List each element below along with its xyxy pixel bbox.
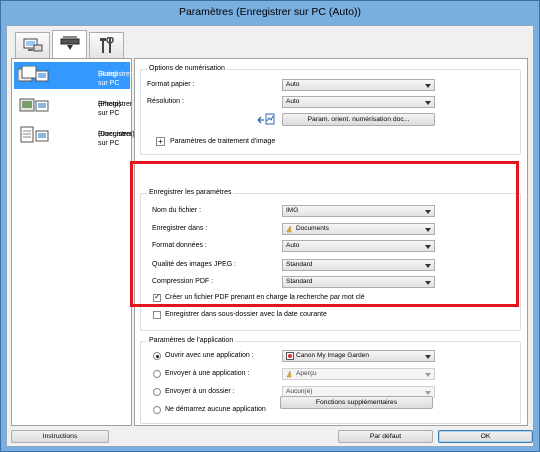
settings-window: Paramètres (Enregistrer sur PC (Auto)) E… [0, 0, 540, 452]
chevron-down-icon [425, 245, 431, 249]
tab-scan-from-panel[interactable] [52, 30, 87, 58]
dialog-client-area: Enregistrer sur PC (Auto) Enregistrer sur… [6, 25, 534, 447]
send-to-app-radio[interactable] [153, 370, 161, 378]
image-processing-label[interactable]: Paramètres de traitement d'image [170, 138, 275, 145]
nav-item-save-photo[interactable]: Enregistrer sur PC (Photo) [14, 92, 132, 119]
auto-save-icon [18, 66, 49, 82]
scan-from-computer-icon [23, 38, 43, 52]
paper-size-select[interactable]: Auto [282, 79, 435, 91]
app-settings-group: Paramètres de l'application Ouvrir avec … [140, 337, 521, 424]
orientation-icon [257, 113, 275, 125]
nav-label-line2: (Document) [98, 131, 135, 138]
searchable-pdf-checkbox[interactable] [153, 292, 161, 302]
filename-select[interactable]: IMG [282, 205, 435, 217]
chevron-down-icon [425, 264, 431, 268]
save-settings-group: Enregistrer les paramètres Nom du fichie… [140, 189, 521, 331]
jpeg-quality-label: Qualité des images JPEG : [152, 261, 237, 268]
ok-button[interactable]: OK [438, 430, 533, 443]
paper-size-label: Format papier : [147, 81, 195, 88]
window-title: Paramètres (Enregistrer sur PC (Auto)) [178, 6, 362, 18]
data-format-value: Auto [286, 242, 300, 249]
nav-item-save-auto[interactable]: Enregistrer sur PC (Auto) [14, 62, 132, 89]
resolution-label: Résolution : [147, 98, 184, 105]
pdf-compression-select[interactable]: Standard [282, 276, 435, 288]
chevron-down-icon [425, 210, 431, 214]
date-subfolder-label[interactable]: Enregistrer dans sous-dossier avec la da… [165, 311, 327, 318]
group-title: Options de numérisation [147, 65, 227, 72]
open-with-app-radio[interactable] [153, 352, 161, 360]
send-to-folder-label[interactable]: Envoyer à un dossier : [165, 388, 235, 395]
chevron-down-icon [425, 373, 431, 377]
group-title: Enregistrer les paramètres [147, 189, 234, 196]
chevron-down-icon [425, 355, 431, 359]
send-to-folder-radio[interactable] [153, 388, 161, 396]
chevron-down-icon [425, 101, 431, 105]
resolution-select[interactable]: Auto [282, 96, 435, 108]
defaults-button[interactable]: Par défaut [338, 430, 433, 443]
no-app-label[interactable]: Ne démarrez aucune application [165, 406, 266, 413]
tab-scan-from-computer[interactable] [15, 32, 50, 58]
settings-panel: Options de numérisation Format papier : … [134, 58, 528, 426]
pdf-compression-label: Compression PDF : [152, 278, 214, 285]
group-title: Paramètres de l'application [147, 337, 236, 344]
resolution-value: Auto [286, 98, 300, 105]
date-subfolder-checkbox[interactable] [153, 311, 161, 319]
tools-icon [100, 37, 114, 53]
more-functions-button[interactable]: Fonctions supplémentaires [280, 396, 433, 409]
scan-from-panel-icon [60, 36, 80, 50]
document-orientation-button[interactable]: Param. orient. numérisation doc... [282, 113, 435, 126]
save-in-select[interactable]: Documents [282, 223, 435, 235]
nav-item-save-document[interactable]: Enregistrer sur PC (Document) [14, 122, 135, 149]
nav-label-line2: (Photo) [98, 101, 121, 108]
filename-label: Nom du fichier : [152, 207, 202, 214]
instructions-button[interactable]: Instructions [11, 430, 109, 443]
save-in-value: Documents [296, 225, 329, 232]
open-with-app-label[interactable]: Ouvrir avec une application : [165, 352, 254, 359]
image-garden-icon [286, 352, 294, 360]
send-to-app-value: Aperçu [296, 370, 317, 377]
open-with-app-value: Canon My Image Garden [296, 352, 369, 359]
chevron-down-icon [425, 228, 431, 232]
send-to-app-select[interactable]: Aperçu [282, 368, 435, 380]
folder-icon [286, 225, 292, 233]
scan-mode-list: Enregistrer sur PC (Auto) Enregistrer sur… [11, 58, 135, 426]
document-save-icon [20, 126, 49, 143]
chevron-down-icon [425, 84, 431, 88]
data-format-label: Format données : [152, 242, 207, 249]
photo-save-icon [19, 98, 49, 112]
scan-options-group: Options de numérisation Format papier : … [140, 65, 521, 155]
chevron-down-icon [425, 391, 431, 395]
expand-image-processing-toggle[interactable]: + [156, 137, 165, 146]
jpeg-quality-value: Standard [286, 261, 313, 268]
paper-size-value: Auto [286, 81, 300, 88]
no-app-radio[interactable] [153, 406, 161, 414]
data-format-select[interactable]: Auto [282, 240, 435, 252]
send-to-app-label[interactable]: Envoyer à une application : [165, 370, 249, 377]
tab-general-settings[interactable] [89, 32, 124, 58]
pdf-compression-value: Standard [286, 278, 313, 285]
filename-value: IMG [286, 207, 299, 214]
nav-label-line2: (Auto) [98, 71, 118, 78]
chevron-down-icon [425, 281, 431, 285]
searchable-pdf-label[interactable]: Créer un fichier PDF prenant en charge l… [165, 294, 365, 301]
preview-app-icon [286, 370, 292, 378]
open-with-app-select[interactable]: Canon My Image Garden [282, 350, 435, 362]
save-in-label: Enregistrer dans : [152, 225, 208, 232]
jpeg-quality-select[interactable]: Standard [282, 259, 435, 271]
